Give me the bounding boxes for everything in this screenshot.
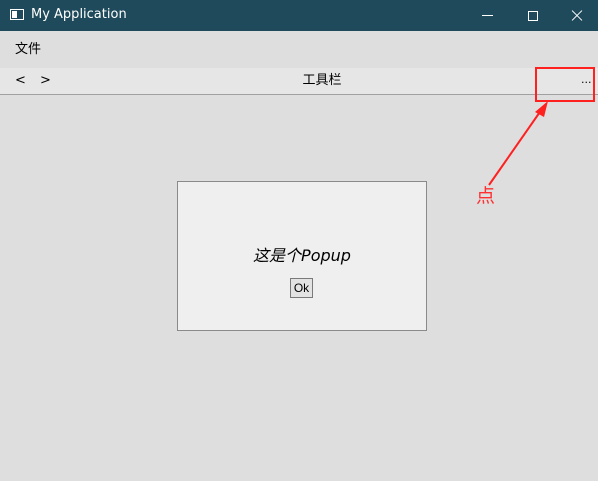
maximize-icon xyxy=(528,10,538,21)
annotation-arrow xyxy=(488,101,548,186)
window-icon xyxy=(10,9,24,20)
menu-file[interactable]: 文件 xyxy=(15,42,41,57)
maximize-button[interactable] xyxy=(510,0,556,31)
minimize-button[interactable] xyxy=(464,0,510,31)
annotation-label: 点 xyxy=(476,185,496,207)
title-bar: My Application xyxy=(0,0,598,31)
menu-bar: 文件 xyxy=(0,31,598,68)
popup-message: 这是个Popup xyxy=(253,246,351,265)
ok-button[interactable]: Ok xyxy=(290,278,313,298)
minimize-icon xyxy=(481,15,493,16)
popup-dialog: 这是个Popup Ok xyxy=(177,181,427,331)
close-icon xyxy=(571,10,583,22)
close-button[interactable] xyxy=(556,0,598,31)
toolbar-title: 工具栏 xyxy=(302,73,342,88)
window-title: My Application xyxy=(31,7,127,22)
toolbar: < > 工具栏 ... xyxy=(0,68,598,95)
